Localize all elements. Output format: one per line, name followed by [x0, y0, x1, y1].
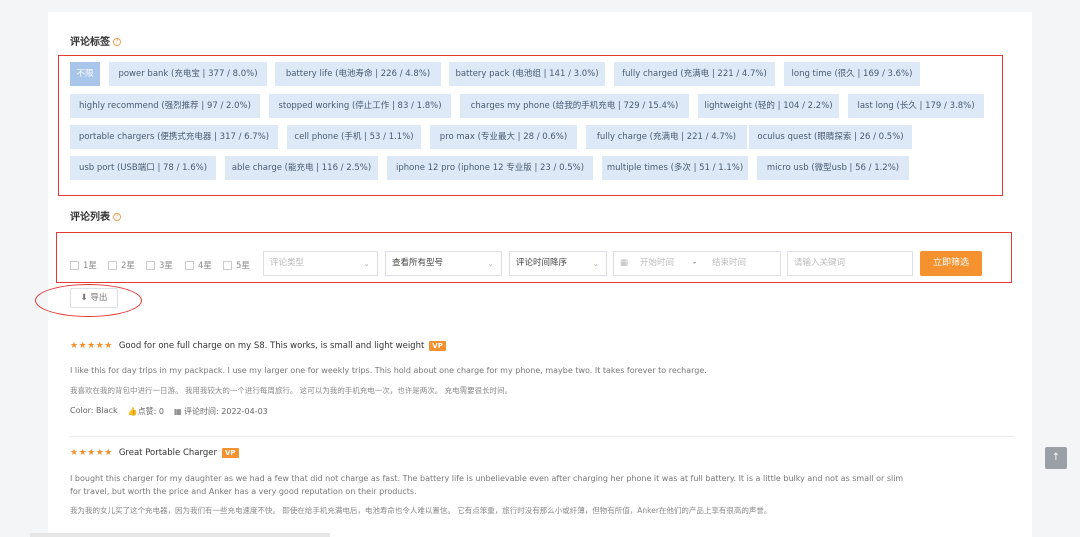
date-range-picker[interactable]: ▦ 开始时间 - 结束时间	[613, 251, 781, 276]
checkbox-box[interactable]	[146, 260, 155, 270]
start-date-input[interactable]: 开始时间	[640, 252, 674, 275]
tag-item[interactable]: fully charged (充满电 | 221 / 4.7%)	[614, 62, 775, 86]
review-title-row: ★★★★★ Great Portable Charger VP	[70, 446, 1010, 460]
sort-select[interactable]: 评论时间降序 ⌄	[509, 251, 607, 276]
tags-title-text: 评论标签	[70, 37, 110, 48]
tag-item[interactable]: highly recommend (强烈推荐 | 97 / 2.0%)	[70, 94, 260, 118]
calendar-icon: ▦	[620, 258, 629, 268]
star-rating: ★★★★★	[70, 341, 113, 351]
tag-item[interactable]: iphone 12 pro (iphone 12 专业版 | 23 / 0.5%…	[387, 156, 593, 180]
review-title-row: ★★★★★ Good for one full charge on my S8.…	[70, 339, 1010, 353]
star-4-checkbox[interactable]: 4星	[185, 259, 212, 271]
date-group: ▦ 评论时间: 2022-04-03	[174, 406, 268, 417]
tag-item[interactable]: pro max (专业最大 | 28 / 0.6%)	[430, 125, 577, 149]
checkbox-label: 2星	[121, 261, 135, 271]
chevron-down-icon: ⌄	[487, 259, 494, 268]
chevron-down-icon: ⌄	[363, 259, 370, 268]
question-circle-icon[interactable]: ?	[113, 38, 121, 46]
tag-item[interactable]: last long (长久 | 179 / 3.8%)	[848, 94, 984, 118]
tag-item[interactable]: portable chargers (便携式充电器 | 317 / 6.7%)	[70, 125, 278, 149]
tag-item[interactable]: oculus quest (眼睛探索 | 26 / 0.5%)	[749, 125, 912, 149]
tag-item[interactable]: battery life (电池寿命 | 226 / 4.8%)	[275, 62, 441, 86]
tag-item[interactable]: battery pack (电池组 | 141 / 3.0%)	[449, 62, 605, 86]
review-item: ★★★★★ Great Portable Charger VP I bought…	[70, 446, 1010, 517]
question-circle-icon[interactable]: ?	[113, 213, 121, 221]
filter-bar: 1星 2星 3星 4星 5星 评论类型 ⌄ 查看所有型号 ⌄ 评论时间降序 ⌄ …	[70, 251, 990, 277]
checkbox-box[interactable]	[223, 260, 232, 270]
review-text-en: for travel, but worth the price and Anke…	[70, 487, 417, 496]
checkbox-box[interactable]	[108, 260, 117, 270]
review-meta: Color: Black 👍点赞: 0 ▦ 评论时间: 2022-04-03	[70, 406, 1010, 417]
tags-section-title: 评论标签?	[70, 33, 121, 48]
list-title-text: 评论列表	[70, 212, 110, 223]
select-placeholder: 评论类型	[270, 258, 305, 268]
tag-item[interactable]: stopped working (停止工作 | 83 / 1.8%)	[269, 94, 451, 118]
star-1-checkbox[interactable]: 1星	[70, 259, 97, 271]
checkbox-label: 4星	[198, 261, 212, 271]
chevron-down-icon: ⌄	[592, 259, 599, 268]
review-date: 评论时间: 2022-04-03	[184, 407, 268, 416]
review-type-select[interactable]: 评论类型 ⌄	[263, 251, 378, 276]
review-text-en: I bought this charger for my daughter as…	[70, 474, 904, 483]
star-3-checkbox[interactable]: 3星	[146, 259, 173, 271]
review-title: Great Portable Charger	[118, 448, 217, 458]
checkbox-label: 1星	[83, 261, 97, 271]
review-divider	[70, 436, 1014, 437]
model-select[interactable]: 查看所有型号 ⌄	[385, 251, 502, 276]
tag-item[interactable]: multiple times (多次 | 51 / 1.1%)	[602, 156, 748, 180]
calendar-icon: ▦	[173, 407, 182, 416]
tag-item[interactable]: micro usb (微型usb | 56 / 1.2%)	[757, 156, 909, 180]
review-title: Good for one full charge on my S8. This …	[118, 341, 425, 351]
checkbox-label: 3星	[159, 261, 173, 271]
tag-item[interactable]: power bank (充电宝 | 377 / 8.0%)	[109, 62, 267, 86]
export-highlight-ellipse	[35, 284, 142, 317]
list-section-title: 评论列表?	[70, 208, 121, 223]
review-text-zh: 我为我的女儿买了这个充电器，因为我们有一些充电速度不快。 即使在给手机充满电后，…	[70, 506, 772, 515]
vp-badge: VP	[429, 341, 446, 351]
tag-item[interactable]: usb port (USB端口 | 78 / 1.6%)	[70, 156, 216, 180]
review-color: Color: Black	[70, 406, 118, 415]
checkbox-box[interactable]	[185, 260, 194, 270]
tag-item[interactable]: lightweight (轻的 | 104 / 2.2%)	[698, 94, 839, 118]
select-value: 查看所有型号	[392, 258, 444, 268]
star-5-checkbox[interactable]: 5星	[223, 259, 250, 271]
tag-item[interactable]: charges my phone (给我的手机充电 | 729 / 15.4%)	[460, 94, 689, 118]
checkbox-label: 5星	[236, 261, 250, 271]
checkbox-box[interactable]	[70, 260, 79, 270]
tag-item[interactable]: long time (很久 | 169 / 3.6%)	[784, 62, 920, 86]
tag-item[interactable]: fully charge (充满电 | 221 / 4.7%)	[586, 125, 747, 149]
filter-submit-button[interactable]: 立即筛选	[920, 251, 982, 276]
star-rating: ★★★★★	[70, 448, 113, 458]
review-text-zh: 我喜欢在我的背包中进行一日游。 我用我较大的一个进行每周旅行。 这可以为我的手机…	[70, 386, 513, 395]
horizontal-scrollbar[interactable]	[30, 533, 330, 537]
like-group[interactable]: 👍点赞: 0	[128, 406, 164, 417]
end-date-input[interactable]: 结束时间	[712, 252, 746, 275]
tag-all[interactable]: 不限	[70, 62, 100, 86]
range-separator: -	[693, 258, 697, 268]
review-item: ★★★★★ Good for one full charge on my S8.…	[70, 339, 1010, 417]
select-value: 评论时间降序	[516, 258, 568, 268]
thumbs-up-icon: 👍	[127, 407, 138, 416]
star-2-checkbox[interactable]: 2星	[108, 259, 135, 271]
arrow-up-icon[interactable]: ↑	[1045, 447, 1067, 469]
review-likes: 点赞: 0	[137, 407, 164, 416]
tag-item[interactable]: cell phone (手机 | 53 / 1.1%)	[287, 125, 421, 149]
vp-badge: VP	[221, 448, 239, 458]
tag-item[interactable]: able charge (能充电 | 116 / 2.5%)	[225, 156, 378, 180]
review-text-en: I like this for day trips in my packpack…	[70, 366, 707, 375]
keyword-input[interactable]: 请输入关键词	[787, 251, 913, 276]
